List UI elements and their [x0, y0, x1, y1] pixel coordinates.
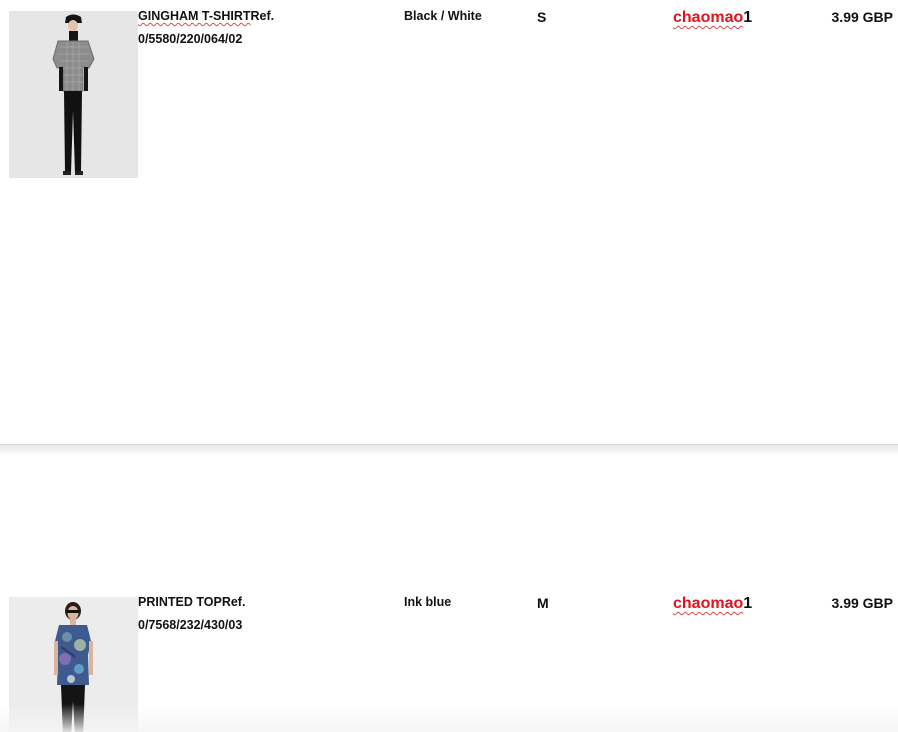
product-name[interactable]: GINGHAM T-SHIRTRef.: [138, 9, 274, 23]
product-image[interactable]: [9, 597, 138, 732]
seller-code-text: chaomao: [673, 9, 744, 26]
product-name-text[interactable]: PRINTED TOP: [138, 595, 222, 609]
seller-code: chaomao1: [673, 595, 752, 613]
product-color: Black / White: [404, 9, 482, 23]
product-size: M: [537, 595, 549, 611]
product-image[interactable]: [9, 11, 138, 178]
product-reference: 0/5580/220/064/02: [138, 32, 243, 46]
seller-code-digit: 1: [743, 595, 753, 612]
product-reference: 0/7568/232/430/03: [138, 618, 243, 632]
product-price: 3.99 GBP: [831, 595, 893, 611]
model-photo-icon: [9, 11, 138, 178]
seller-code-text: chaomao: [673, 595, 744, 612]
seller-code: chaomao1: [673, 9, 752, 27]
product-name[interactable]: PRINTED TOPRef.: [138, 595, 245, 609]
order-items-page: GINGHAM T-SHIRTRef. 0/5580/220/064/02 Bl…: [0, 0, 898, 732]
product-color: Ink blue: [404, 595, 452, 609]
product-name-ref-label: Ref.: [221, 595, 246, 609]
order-item-row: GINGHAM T-SHIRTRef. 0/5580/220/064/02 Bl…: [0, 0, 898, 180]
order-item-row: PRINTED TOPRef. 0/7568/232/430/03 Ink bl…: [0, 586, 898, 732]
product-name-text[interactable]: GINGHAM T-SHIRT: [138, 9, 251, 23]
product-size: S: [537, 9, 547, 25]
seller-code-digit: 1: [743, 9, 753, 26]
model-photo-icon: [9, 597, 138, 732]
product-price: 3.99 GBP: [831, 9, 893, 25]
section-divider: [0, 444, 898, 455]
product-name-ref-label: Ref.: [250, 9, 275, 23]
